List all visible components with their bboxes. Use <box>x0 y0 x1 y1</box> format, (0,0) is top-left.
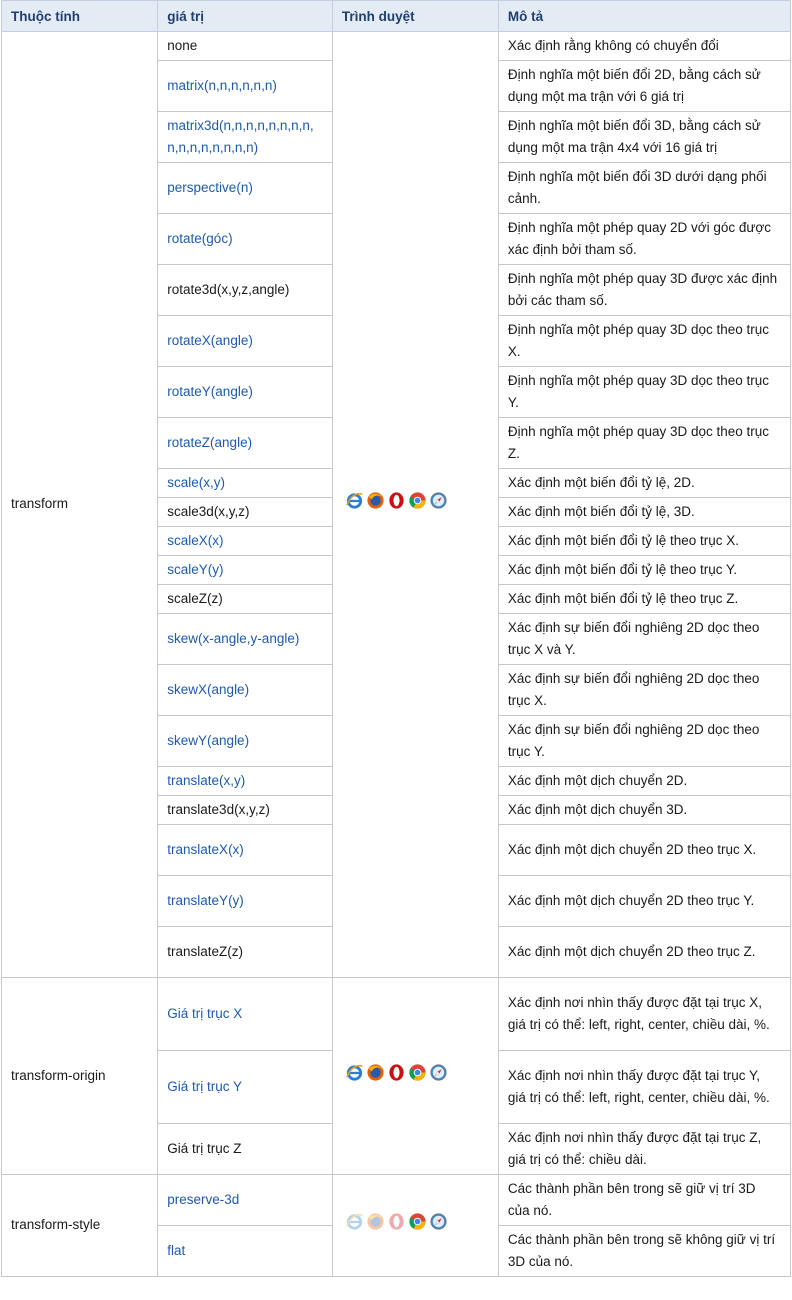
property-cell: transform <box>0 31 159 978</box>
value-link[interactable]: matrix(n,n,n,n,n,n) <box>157 60 333 112</box>
table-row: transform-style preserve-3d Các thành phần… <box>0 1174 792 1277</box>
value-cell: none <box>157 31 333 61</box>
value-link[interactable]: Giá trị trục Y <box>157 1050 333 1124</box>
value-link[interactable]: perspective(n) <box>157 162 333 214</box>
description-cell: Định nghĩa một biến đổi 2D, bằng cách sử… <box>497 60 792 112</box>
table-body: transform none Xác định rằng không có chuy… <box>0 31 792 1277</box>
description-cell: Xác định một dịch chuyển 2D theo trục Y. <box>497 875 792 927</box>
browser-support-cell <box>331 977 499 1175</box>
value-cell: scaleZ(z) <box>157 584 333 614</box>
firefox-icon <box>366 1212 385 1231</box>
table-header-row: Thuộc tính giá trị Trình duyệt Mô tả <box>0 0 792 32</box>
header-description: Mô tả <box>497 0 792 32</box>
value-cell: rotate3d(x,y,z,angle) <box>157 264 333 316</box>
description-cell: Các thành phần bên trong sẽ giữ vị trí 3… <box>497 1174 792 1226</box>
ie-icon <box>345 1212 364 1231</box>
value-link[interactable]: matrix3d(n,n,n,n,n,n,n,n,n,n,n,n,n,n,n,n… <box>157 111 333 163</box>
firefox-icon <box>366 491 385 510</box>
header-property: Thuộc tính <box>0 0 159 32</box>
description-cell: Các thành phần bên trong sẽ không giữ vị… <box>497 1225 792 1277</box>
value-cell: scale3d(x,y,z) <box>157 497 333 527</box>
opera-icon <box>387 1212 406 1231</box>
description-cell: Xác định một biến đổi tỷ lệ, 3D. <box>497 497 792 527</box>
chrome-icon <box>408 491 427 510</box>
description-cell: Xác định nơi nhìn thấy được đặt tại trục… <box>497 1123 792 1175</box>
description-cell: Định nghĩa một biến đổi 3D, bằng cách sử… <box>497 111 792 163</box>
table-row: transform-origin Giá trị trục X Xác định n… <box>0 977 792 1175</box>
value-link[interactable]: translateY(y) <box>157 875 333 927</box>
description-cell: Định nghĩa một phép quay 3D dọc theo trụ… <box>497 417 792 469</box>
value-link[interactable]: rotateY(angle) <box>157 366 333 418</box>
value-link[interactable]: scale(x,y) <box>157 468 333 498</box>
browser-icons <box>345 491 448 510</box>
description-cell: Xác định một dịch chuyển 3D. <box>497 795 792 825</box>
description-cell: Xác định rằng không có chuyển đổi <box>497 31 792 61</box>
description-cell: Xác định một biến đổi tỷ lệ theo trục Y. <box>497 555 792 585</box>
value-link[interactable]: rotateZ(angle) <box>157 417 333 469</box>
css-transform-table: Thuộc tính giá trị Trình duyệt Mô tả tra… <box>0 0 792 1277</box>
browser-support-cell <box>331 1174 499 1277</box>
description-cell: Định nghĩa một phép quay 3D dọc theo trụ… <box>497 366 792 418</box>
description-cell: Xác định sự biến đổi nghiêng 2D dọc theo… <box>497 715 792 767</box>
description-cell: Định nghĩa một biến đổi 3D dưới dạng phố… <box>497 162 792 214</box>
description-cell: Định nghĩa một phép quay 3D dọc theo trụ… <box>497 315 792 367</box>
value-cell: translateZ(z) <box>157 926 333 978</box>
value-link[interactable]: translate(x,y) <box>157 766 333 796</box>
value-link[interactable]: rotateX(angle) <box>157 315 333 367</box>
opera-icon <box>387 491 406 510</box>
browser-icons <box>345 1212 448 1231</box>
chrome-icon <box>408 1063 427 1082</box>
header-value: giá trị <box>157 0 333 32</box>
value-link[interactable]: scaleY(y) <box>157 555 333 585</box>
table-row: transform none Xác định rằng không có chuy… <box>0 31 792 978</box>
ie-icon <box>345 1063 364 1082</box>
description-cell: Xác định nơi nhìn thấy được đặt tại trục… <box>497 1050 792 1124</box>
safari-icon <box>429 1063 448 1082</box>
value-cell: Giá trị trục Z <box>157 1123 333 1175</box>
safari-icon <box>429 1212 448 1231</box>
safari-icon <box>429 491 448 510</box>
chrome-icon <box>408 1212 427 1231</box>
description-cell: Xác định một dịch chuyển 2D theo trục Z. <box>497 926 792 978</box>
description-cell: Định nghĩa một phép quay 3D được xác địn… <box>497 264 792 316</box>
ie-icon <box>345 491 364 510</box>
header-browser: Trình duyệt <box>331 0 499 32</box>
property-cell: transform-origin <box>0 977 159 1175</box>
value-link[interactable]: skew(x-angle,y-angle) <box>157 613 333 665</box>
description-cell: Xác định một biến đổi tỷ lệ theo trục X. <box>497 526 792 556</box>
description-cell: Xác định một biến đổi tỷ lệ, 2D. <box>497 468 792 498</box>
description-cell: Xác định một dịch chuyển 2D. <box>497 766 792 796</box>
value-link[interactable]: Giá trị trục X <box>157 977 333 1051</box>
value-link[interactable]: flat <box>157 1225 333 1277</box>
value-link[interactable]: preserve-3d <box>157 1174 333 1226</box>
description-cell: Định nghĩa một phép quay 2D với góc được… <box>497 213 792 265</box>
value-link[interactable]: scaleX(x) <box>157 526 333 556</box>
value-link[interactable]: rotate(góc) <box>157 213 333 265</box>
value-link[interactable]: skewY(angle) <box>157 715 333 767</box>
property-cell: transform-style <box>0 1174 159 1277</box>
description-cell: Xác định sự biến đổi nghiêng 2D dọc theo… <box>497 664 792 716</box>
description-cell: Xác định sự biến đổi nghiêng 2D dọc theo… <box>497 613 792 665</box>
description-cell: Xác định một biến đổi tỷ lệ theo trục Z. <box>497 584 792 614</box>
value-link[interactable]: translateX(x) <box>157 824 333 876</box>
opera-icon <box>387 1063 406 1082</box>
browser-icons <box>345 1063 448 1082</box>
value-link[interactable]: skewX(angle) <box>157 664 333 716</box>
value-cell: translate3d(x,y,z) <box>157 795 333 825</box>
description-cell: Xác định nơi nhìn thấy được đặt tại trục… <box>497 977 792 1051</box>
browser-support-cell <box>331 31 499 978</box>
firefox-icon <box>366 1063 385 1082</box>
description-cell: Xác định một dịch chuyển 2D theo trục X. <box>497 824 792 876</box>
